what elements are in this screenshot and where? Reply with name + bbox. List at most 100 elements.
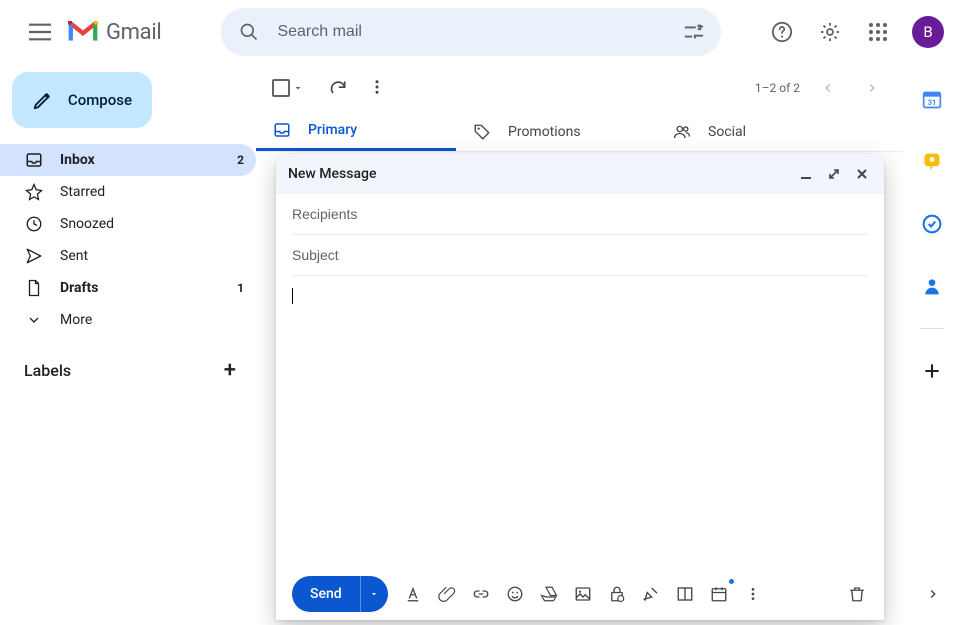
send-options-button[interactable] — [360, 576, 388, 612]
toolbar: 1–2 of 2 — [256, 64, 904, 112]
caret-down-icon — [369, 589, 379, 599]
sidebar-item-label: Inbox — [60, 152, 221, 168]
tab-primary[interactable]: Primary — [256, 112, 456, 151]
subject-input[interactable] — [292, 235, 868, 275]
sidebar-item-label: More — [60, 312, 244, 328]
sidebar: Compose Inbox 2 Starred Snoozed Sent — [0, 64, 256, 625]
select-all[interactable] — [272, 79, 304, 97]
compose-dialog: New Message Send — [276, 154, 884, 620]
keep-app-button[interactable] — [912, 142, 952, 182]
text-cursor — [292, 288, 293, 304]
insert-emoji-button[interactable] — [504, 583, 526, 605]
file-icon — [25, 279, 43, 297]
sidebar-item-snoozed[interactable]: Snoozed — [0, 208, 256, 240]
schedule-button[interactable] — [708, 583, 730, 605]
sidebar-item-more[interactable]: More — [0, 304, 256, 336]
send-button[interactable]: Send — [292, 576, 360, 612]
close-button[interactable] — [852, 164, 872, 184]
sidebar-item-inbox[interactable]: Inbox 2 — [0, 144, 256, 176]
chevron-right-icon — [865, 81, 879, 95]
tasks-app-button[interactable] — [912, 204, 952, 244]
insert-photo-button[interactable] — [572, 583, 594, 605]
expand-icon — [828, 168, 840, 180]
compose-button[interactable]: Compose — [12, 72, 152, 128]
support-button[interactable] — [762, 12, 802, 52]
side-panel: 31 — [904, 64, 960, 625]
side-panel-toggle[interactable] — [918, 579, 948, 609]
insert-signature-button[interactable] — [640, 583, 662, 605]
emoji-icon — [506, 585, 524, 603]
labels-title: Labels — [24, 361, 71, 380]
tune-icon — [682, 21, 704, 43]
search-input[interactable] — [269, 23, 673, 41]
sidebar-item-sent[interactable]: Sent — [0, 240, 256, 272]
refresh-icon — [328, 78, 348, 98]
caret-down-icon — [292, 82, 304, 94]
recipients-input[interactable] — [292, 194, 868, 234]
gmail-logo[interactable]: Gmail — [68, 20, 161, 45]
add-label-button[interactable]: + — [224, 358, 236, 383]
page-info: 1–2 of 2 — [755, 81, 800, 95]
pencil-icon — [32, 89, 54, 111]
layout-button[interactable] — [674, 583, 696, 605]
formatting-button[interactable] — [402, 583, 424, 605]
subject-field — [292, 235, 868, 276]
search-bar[interactable] — [221, 8, 721, 56]
discard-draft-button[interactable] — [846, 583, 868, 605]
gmail-wordmark: Gmail — [106, 20, 161, 45]
inbox-icon — [25, 151, 43, 169]
people-icon — [673, 123, 691, 141]
next-page-button[interactable] — [856, 72, 888, 104]
text-format-icon — [404, 585, 422, 603]
chevron-right-icon — [926, 587, 940, 601]
hamburger-icon — [29, 23, 51, 41]
compose-header[interactable]: New Message — [276, 154, 884, 194]
settings-button[interactable] — [810, 12, 850, 52]
contacts-app-button[interactable] — [912, 266, 952, 306]
drive-icon — [540, 585, 558, 603]
recipients-field — [292, 194, 868, 235]
compose-title: New Message — [288, 166, 376, 182]
insert-drive-button[interactable] — [538, 583, 560, 605]
calendar-small-icon — [710, 585, 728, 603]
chevron-down-icon — [26, 312, 42, 328]
refresh-button[interactable] — [328, 78, 348, 98]
sidebar-item-starred[interactable]: Starred — [0, 176, 256, 208]
main-menu-button[interactable] — [16, 8, 64, 56]
prev-page-button[interactable] — [812, 72, 844, 104]
compose-more-button[interactable] — [742, 583, 764, 605]
nav-list: Inbox 2 Starred Snoozed Sent Drafts 1 — [0, 144, 256, 336]
more-button[interactable] — [368, 78, 386, 98]
sidebar-item-label: Starred — [60, 184, 244, 200]
header-actions: B — [762, 12, 944, 52]
search-icon[interactable] — [229, 12, 269, 52]
person-icon — [922, 276, 942, 296]
tasks-icon — [922, 214, 942, 234]
tab-promotions[interactable]: Promotions — [456, 112, 656, 151]
paperclip-icon — [438, 585, 456, 603]
send-button-group: Send — [292, 576, 388, 612]
clock-icon — [25, 215, 43, 233]
apps-grid-icon — [869, 23, 887, 41]
insert-link-button[interactable] — [470, 583, 492, 605]
gmail-m-icon — [68, 21, 98, 43]
attach-button[interactable] — [436, 583, 458, 605]
search-container — [221, 8, 721, 56]
minimize-button[interactable] — [796, 164, 816, 184]
calendar-app-button[interactable]: 31 — [912, 80, 952, 120]
search-options-button[interactable] — [673, 12, 713, 52]
get-addons-button[interactable] — [912, 351, 952, 391]
send-icon — [25, 247, 43, 265]
google-apps-button[interactable] — [858, 12, 898, 52]
sidebar-item-drafts[interactable]: Drafts 1 — [0, 272, 256, 304]
minimize-icon — [800, 168, 812, 180]
tab-social[interactable]: Social — [656, 112, 856, 151]
confidential-mode-button[interactable] — [606, 583, 628, 605]
fullscreen-button[interactable] — [824, 164, 844, 184]
checkbox-icon — [272, 79, 290, 97]
pen-icon — [642, 585, 660, 603]
tag-icon — [473, 123, 491, 141]
svg-text:31: 31 — [928, 98, 937, 107]
account-avatar[interactable]: B — [912, 16, 944, 48]
compose-body[interactable] — [292, 284, 868, 560]
